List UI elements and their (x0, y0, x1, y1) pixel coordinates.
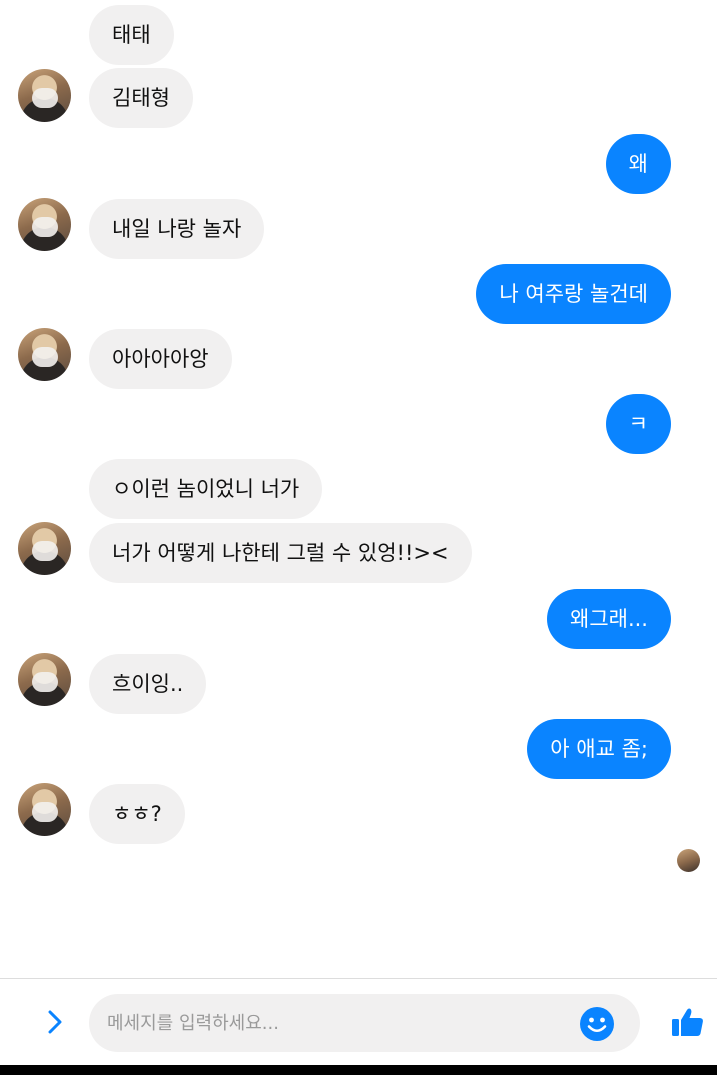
system-navigation-bar (0, 1065, 717, 1075)
contact-avatar[interactable] (18, 653, 71, 706)
message-bubble-outgoing[interactable]: 왜 (605, 134, 671, 194)
contact-avatar[interactable] (18, 328, 71, 381)
thumbs-up-icon[interactable] (670, 1004, 706, 1040)
message-bubble-incoming[interactable]: 너가 어떻게 나한테 그럴 수 있엉!!>< (89, 523, 472, 583)
contact-avatar[interactable] (18, 783, 71, 836)
message-bubble-incoming[interactable]: ㅇ이런 놈이었니 너가 (89, 459, 323, 519)
message-bubble-incoming[interactable]: ㅎㅎ? (89, 784, 185, 844)
chevron-right-icon[interactable] (42, 1009, 68, 1035)
message-bubble-outgoing[interactable]: 아 애교 좀; (527, 719, 671, 779)
message-bubble-outgoing[interactable]: 왜그래... (547, 589, 671, 649)
contact-avatar[interactable] (18, 69, 71, 122)
message-bubble-incoming[interactable]: 내일 나랑 놀자 (89, 199, 265, 259)
message-bubble-outgoing[interactable]: 나 여주랑 놀건데 (476, 264, 671, 324)
message-input[interactable] (89, 994, 640, 1052)
read-receipt-avatar (677, 849, 700, 872)
message-composer (0, 979, 717, 1065)
chat-thread: 태태 김태형 왜 내일 나랑 놀자 나 여주랑 놀건데 아아아아앙 ㅋ ㅇ이런 … (0, 0, 717, 978)
contact-avatar[interactable] (18, 522, 71, 575)
contact-avatar[interactable] (18, 198, 71, 251)
message-bubble-incoming[interactable]: 흐이잉.. (89, 654, 207, 714)
message-bubble-incoming[interactable]: 아아아아앙 (89, 329, 232, 389)
message-bubble-incoming[interactable]: 김태형 (89, 68, 193, 128)
message-bubble-outgoing[interactable]: ㅋ (605, 394, 671, 454)
smiley-icon[interactable] (579, 1006, 615, 1042)
message-bubble-incoming[interactable]: 태태 (89, 5, 174, 65)
